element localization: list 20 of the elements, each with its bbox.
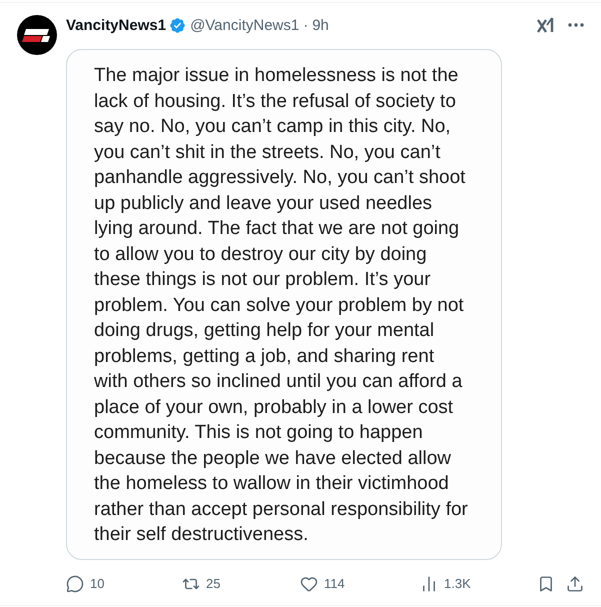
author-handle[interactable]: @VancityNews1 [190,16,300,34]
avatar-logo-icon[interactable] [17,15,57,55]
separator-dot: · [302,16,310,34]
post-time[interactable]: 9h [312,16,329,34]
bar-chart-icon [420,574,438,592]
more-icon [568,23,584,27]
slash-logo-icon [537,16,555,34]
repost-button[interactable]: 25 [182,574,300,592]
heart-icon [300,574,318,592]
logo-button[interactable] [537,16,555,34]
author-name[interactable]: VancityNews1 [66,16,166,34]
share-icon [566,574,584,592]
like-button[interactable]: 114 [300,574,420,592]
reply-button[interactable]: 10 [66,574,182,592]
image-card[interactable] [66,49,502,560]
image-text: The major issue in homelessness is not the lack of housing. It’s the refusal of society to say no. No, you can’t camp in this city. No, you can’t shit in the streets. No, you can’t panhandle aggressively. No, you can’t shoot up publicly and leave your used needles lying around. The fact that we are not going to allow you to destroy our city by doing these things is not our problem. It’s your problem. You can solve your problem by not doing drugs, getting help for your mental problems, getting a job, and sharing rent with others so inclined until you can afford a place of your own, probably in a lower cost community. This is not going to happen because the people we have elected allow the homeless to wallow in their victimhood rather than accept personal responsibility for their self destructiveness. [94,64,469,547]
speech-bubble-icon [66,574,84,592]
bookmark-icon [537,574,555,592]
share-button[interactable] [565,574,585,594]
views-button[interactable]: 1.3K [420,574,536,592]
